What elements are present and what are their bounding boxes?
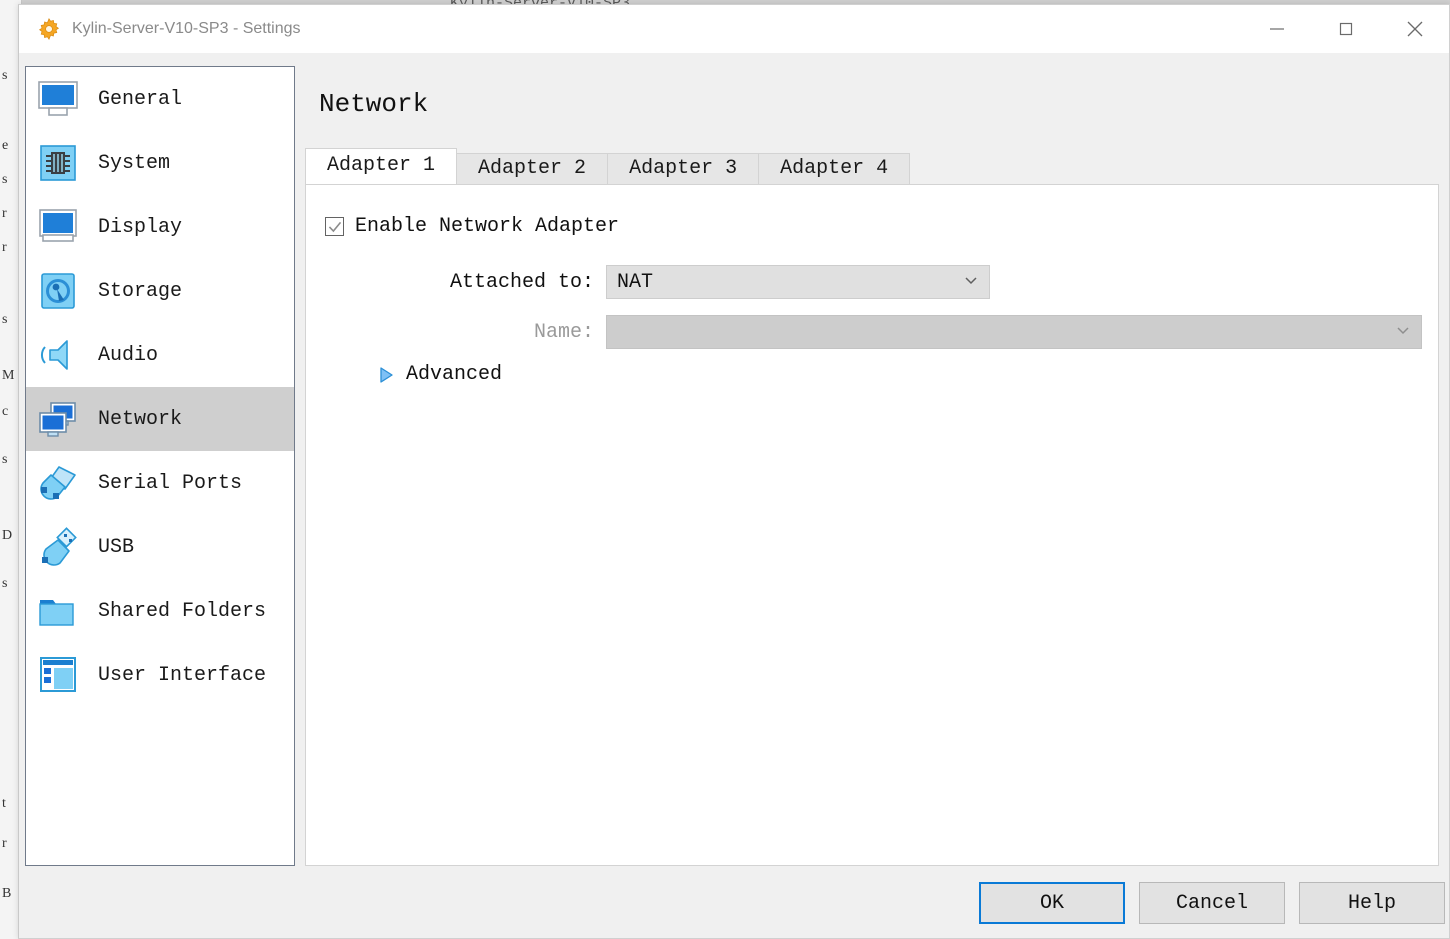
tab-adapter-4[interactable]: Adapter 4 [758, 153, 911, 184]
enable-network-adapter-row[interactable]: Enable Network Adapter [325, 215, 619, 238]
sidebar-item-network[interactable]: Network [26, 387, 294, 451]
background-text-fragment: e [2, 138, 9, 153]
sidebar-item-shared-folders[interactable]: Shared Folders [26, 579, 294, 643]
chip-icon [35, 142, 81, 184]
enable-network-adapter-label: Enable Network Adapter [355, 215, 620, 238]
cancel-button[interactable]: Cancel [1139, 882, 1285, 924]
sidebar-item-audio[interactable]: Audio [26, 323, 294, 387]
attached-to-row: Attached to: NAT [306, 265, 1422, 299]
tab-adapter-2[interactable]: Adapter 2 [456, 153, 609, 184]
tab-adapter-1[interactable]: Adapter 1 [305, 148, 458, 184]
name-dropdown[interactable] [606, 315, 1422, 349]
minimize-icon [1269, 28, 1284, 30]
settings-sidebar: General System Display Storage Audio Net… [25, 66, 295, 866]
background-text-fragment: t [2, 796, 6, 811]
background-text-fragment: r [2, 206, 7, 221]
settings-dialog: Kylin-Server-V10-SP3 - Settings General … [18, 4, 1450, 939]
display-icon [35, 206, 81, 248]
background-text-fragment: s [2, 312, 8, 327]
enable-network-adapter-checkbox[interactable] [325, 217, 344, 236]
attached-to-value: NAT [617, 270, 654, 294]
attached-to-dropdown[interactable]: NAT [606, 265, 990, 299]
serial-port-icon [35, 462, 81, 504]
background-text-fragment: D [2, 528, 13, 543]
sidebar-item-serial-ports[interactable]: Serial Ports [26, 451, 294, 515]
ok-button[interactable]: OK [979, 882, 1125, 924]
name-label: Name: [533, 320, 594, 344]
attached-to-label: Attached to: [449, 270, 594, 294]
gear-icon [38, 18, 60, 40]
minimize-button[interactable] [1242, 5, 1311, 53]
sidebar-item-label: System [98, 151, 171, 175]
monitor-icon [35, 78, 81, 120]
background-text-fragment: B [2, 886, 12, 901]
close-button[interactable] [1380, 5, 1449, 53]
sidebar-item-usb[interactable]: USB [26, 515, 294, 579]
background-text-fragment: M [2, 368, 15, 383]
network-icon [35, 398, 81, 440]
checkmark-icon [328, 221, 341, 232]
chevron-down-icon [1395, 322, 1411, 343]
folder-icon [35, 590, 81, 632]
background-text-fragment: s [2, 576, 8, 591]
background-text-fragment: c [2, 404, 9, 419]
sidebar-item-user-interface[interactable]: User Interface [26, 643, 294, 707]
sidebar-item-label: Network [98, 407, 183, 431]
sidebar-item-label: Shared Folders [98, 599, 267, 623]
dialog-footer-buttons: OK Cancel Help [979, 882, 1445, 924]
adapter-1-panel: Enable Network Adapter Attached to: NAT [305, 184, 1439, 866]
speaker-icon [35, 334, 81, 376]
triangle-right-icon [378, 366, 394, 384]
maximize-button[interactable] [1311, 5, 1380, 53]
advanced-label: Advanced [406, 363, 503, 386]
sidebar-item-label: User Interface [98, 663, 267, 687]
harddisk-icon [35, 270, 81, 312]
sidebar-item-label: Audio [98, 343, 159, 367]
adapter-tabs: Adapter 1 Adapter 2 Adapter 3 Adapter 4 [305, 148, 1439, 184]
sidebar-item-label: Serial Ports [98, 471, 243, 495]
sidebar-item-label: USB [98, 535, 135, 559]
background-text-fragment: s [2, 452, 8, 467]
chevron-down-icon [963, 272, 979, 293]
window-controls [1242, 5, 1449, 53]
sidebar-item-general[interactable]: General [26, 67, 294, 131]
dialog-body: General System Display Storage Audio Net… [19, 53, 1449, 938]
background-text-fragment: s [2, 68, 8, 83]
settings-pane: Network Adapter 1 Adapter 2 Adapter 3 Ad… [305, 66, 1439, 866]
background-text-fragment: r [2, 240, 7, 255]
sidebar-item-display[interactable]: Display [26, 195, 294, 259]
advanced-toggle[interactable]: Advanced [378, 363, 502, 386]
close-icon [1407, 21, 1422, 37]
sidebar-item-label: Display [98, 215, 183, 239]
help-button[interactable]: Help [1299, 882, 1445, 924]
dialog-titlebar[interactable]: Kylin-Server-V10-SP3 - Settings [19, 5, 1449, 53]
user-interface-icon [35, 654, 81, 696]
name-row: Name: [306, 315, 1422, 349]
sidebar-item-label: General [98, 87, 183, 111]
background-text-fragment: s [2, 172, 8, 187]
sidebar-item-label: Storage [98, 279, 183, 303]
page-title: Network [319, 89, 429, 119]
sidebar-item-system[interactable]: System [26, 131, 294, 195]
usb-icon [35, 526, 81, 568]
sidebar-item-storage[interactable]: Storage [26, 259, 294, 323]
tab-adapter-3[interactable]: Adapter 3 [607, 153, 760, 184]
maximize-icon [1339, 22, 1352, 36]
background-text-fragment: r [2, 836, 7, 851]
dialog-title: Kylin-Server-V10-SP3 - Settings [72, 20, 301, 37]
